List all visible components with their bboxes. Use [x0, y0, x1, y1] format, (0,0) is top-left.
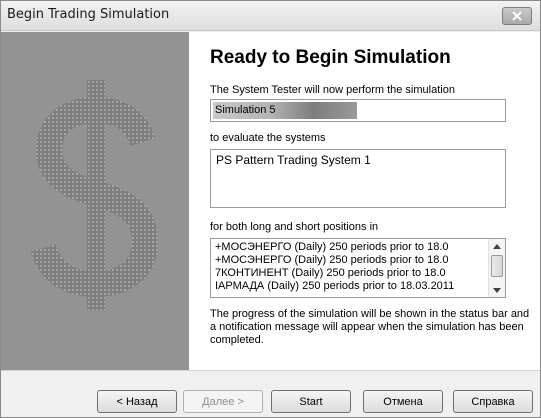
help-button[interactable]: Справка: [453, 390, 533, 413]
scroll-thumb[interactable]: [491, 255, 503, 277]
list-item[interactable]: 7КОНТИНЕНТ (Daily) 250 periods prior to …: [215, 267, 487, 280]
scroll-down-button[interactable]: [489, 283, 505, 297]
positions-label: for both long and short positions in: [210, 221, 379, 233]
list-item[interactable]: +МОСЭНЕРГО (Daily) 250 periods prior to …: [215, 254, 487, 267]
start-button[interactable]: Start: [271, 390, 351, 413]
arrow-down-icon: [493, 287, 501, 293]
content-panel: Ready to Begin Simulation The System Tes…: [189, 32, 540, 370]
scroll-up-button[interactable]: [489, 239, 505, 253]
close-icon: [512, 11, 522, 21]
dialog-window: Begin Trading Simulation Ready to Begin …: [0, 0, 541, 418]
dollar-sign-icon: [31, 80, 159, 310]
cancel-button[interactable]: Отмена: [363, 390, 443, 413]
positions-list[interactable]: +МОСЭНЕРГО (Daily) 250 periods prior to …: [210, 238, 506, 298]
simulation-value: Simulation 5: [215, 104, 276, 116]
page-title: Ready to Begin Simulation: [210, 47, 451, 68]
title-bar: Begin Trading Simulation: [1, 1, 540, 31]
simulation-field[interactable]: Simulation 5: [210, 99, 506, 122]
intro-label: The System Tester will now perform the s…: [210, 84, 455, 96]
close-button[interactable]: [502, 7, 532, 25]
next-button[interactable]: Далее >: [183, 390, 263, 413]
systems-value: PS Pattern Trading System 1: [216, 153, 371, 167]
back-button[interactable]: < Назад: [97, 390, 177, 413]
evaluate-label: to evaluate the systems: [210, 132, 326, 144]
list-item[interactable]: IАРМАДА (Daily) 250 periods prior to 18.…: [215, 280, 487, 293]
side-panel: [1, 32, 189, 370]
button-bar: < Назад Далее > Start Отмена Справка: [1, 370, 540, 417]
systems-box[interactable]: PS Pattern Trading System 1: [210, 149, 506, 208]
list-item[interactable]: +МОСЭНЕРГО (Daily) 250 periods prior to …: [215, 241, 487, 254]
progress-note: The progress of the simulation will be s…: [210, 308, 530, 346]
vertical-scrollbar[interactable]: [488, 239, 505, 297]
window-title: Begin Trading Simulation: [7, 7, 170, 22]
arrow-up-icon: [493, 243, 501, 249]
